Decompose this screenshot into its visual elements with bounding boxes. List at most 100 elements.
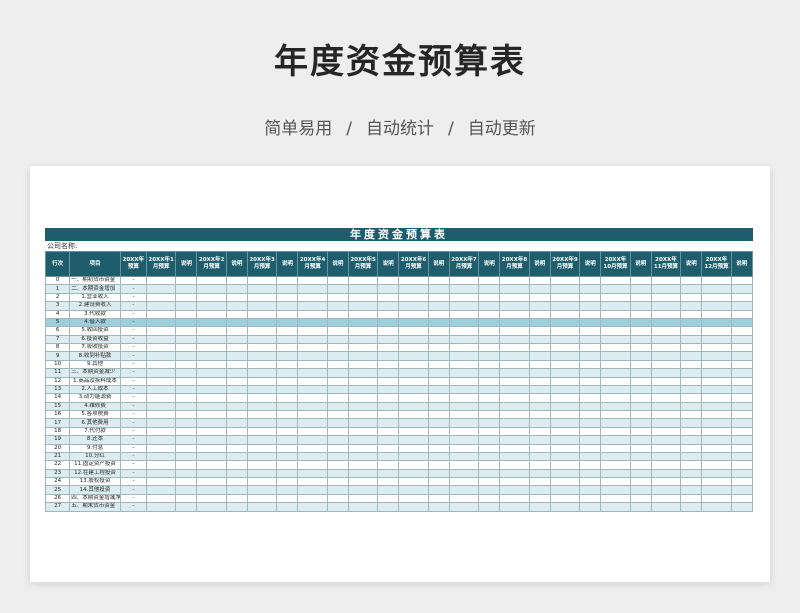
monthly-budget-cell[interactable] <box>499 284 530 294</box>
monthly-budget-cell[interactable] <box>196 292 227 303</box>
note-cell[interactable] <box>730 443 754 453</box>
monthly-budget-cell[interactable] <box>701 435 732 445</box>
monthly-budget-cell[interactable] <box>347 384 379 395</box>
monthly-budget-cell[interactable] <box>549 485 581 495</box>
row-number-cell[interactable]: 9 <box>44 351 71 361</box>
monthly-budget-cell[interactable] <box>600 301 631 311</box>
monthly-budget-cell[interactable] <box>347 292 379 303</box>
note-cell[interactable] <box>175 418 198 428</box>
monthly-budget-cell[interactable] <box>297 376 328 386</box>
note-cell[interactable] <box>175 485 198 495</box>
monthly-budget-cell[interactable] <box>600 393 631 403</box>
note-cell[interactable] <box>427 351 450 361</box>
annual-budget-cell[interactable]: - <box>119 493 147 504</box>
monthly-budget-cell[interactable] <box>347 502 379 512</box>
monthly-budget-cell[interactable] <box>246 393 278 403</box>
note-cell[interactable] <box>377 342 400 353</box>
note-cell[interactable] <box>225 502 248 512</box>
note-cell[interactable] <box>225 493 248 504</box>
monthly-budget-cell[interactable] <box>246 426 278 437</box>
row-number-cell[interactable]: 10 <box>44 359 71 370</box>
monthly-budget-cell[interactable] <box>246 476 278 487</box>
note-cell[interactable] <box>175 443 198 453</box>
monthly-budget-cell[interactable] <box>398 476 429 487</box>
note-cell[interactable] <box>680 334 703 345</box>
note-cell[interactable] <box>478 409 501 420</box>
monthly-budget-cell[interactable] <box>448 351 480 361</box>
annual-budget-cell[interactable]: - <box>119 409 147 420</box>
note-cell[interactable] <box>629 292 652 303</box>
note-cell[interactable] <box>629 393 652 403</box>
row-number-cell[interactable]: 24 <box>44 476 71 487</box>
monthly-budget-cell[interactable] <box>246 368 278 378</box>
monthly-budget-cell[interactable] <box>196 393 227 403</box>
monthly-budget-cell[interactable] <box>650 284 682 294</box>
note-cell[interactable] <box>629 443 652 453</box>
note-cell[interactable] <box>175 351 198 361</box>
note-cell[interactable] <box>730 451 754 462</box>
note-cell[interactable] <box>326 275 349 286</box>
note-cell[interactable] <box>730 401 754 412</box>
note-cell[interactable] <box>579 334 602 345</box>
note-cell[interactable] <box>528 359 551 370</box>
note-cell[interactable] <box>579 485 602 495</box>
note-cell[interactable] <box>427 443 450 453</box>
monthly-budget-cell[interactable] <box>398 317 429 328</box>
monthly-budget-cell[interactable] <box>499 476 530 487</box>
annual-budget-cell[interactable]: - <box>119 284 147 294</box>
monthly-budget-cell[interactable] <box>650 468 682 479</box>
note-cell[interactable] <box>478 359 501 370</box>
monthly-budget-cell[interactable] <box>600 502 631 512</box>
monthly-budget-cell[interactable] <box>246 309 278 319</box>
note-cell[interactable] <box>680 468 703 479</box>
monthly-budget-cell[interactable] <box>297 309 328 319</box>
monthly-budget-cell[interactable] <box>448 401 480 412</box>
monthly-budget-cell[interactable] <box>499 435 530 445</box>
note-cell[interactable] <box>175 368 198 378</box>
monthly-budget-cell[interactable] <box>398 384 429 395</box>
monthly-budget-cell[interactable] <box>499 401 530 412</box>
note-cell[interactable] <box>629 502 652 512</box>
note-cell[interactable] <box>326 292 349 303</box>
monthly-budget-cell[interactable] <box>549 359 581 370</box>
monthly-budget-cell[interactable] <box>499 393 530 403</box>
monthly-budget-cell[interactable] <box>145 460 177 470</box>
note-cell[interactable] <box>478 334 501 345</box>
monthly-budget-cell[interactable] <box>246 334 278 345</box>
note-cell[interactable] <box>730 368 754 378</box>
note-cell[interactable] <box>579 309 602 319</box>
monthly-budget-cell[interactable] <box>600 334 631 345</box>
monthly-budget-cell[interactable] <box>196 409 227 420</box>
monthly-budget-cell[interactable] <box>549 460 581 470</box>
row-number-cell[interactable]: 0 <box>44 275 71 286</box>
note-cell[interactable] <box>427 476 450 487</box>
note-cell[interactable] <box>579 443 602 453</box>
monthly-budget-cell[interactable] <box>145 342 177 353</box>
monthly-budget-cell[interactable] <box>297 493 328 504</box>
item-name-cell[interactable]: 3.动力能源费 <box>69 393 121 403</box>
note-cell[interactable] <box>175 451 198 462</box>
monthly-budget-cell[interactable] <box>246 435 278 445</box>
note-cell[interactable] <box>326 376 349 386</box>
note-cell[interactable] <box>629 485 652 495</box>
note-cell[interactable] <box>528 435 551 445</box>
row-number-cell[interactable]: 27 <box>44 502 71 512</box>
note-cell[interactable] <box>427 376 450 386</box>
note-cell[interactable] <box>579 292 602 303</box>
row-number-cell[interactable]: 7 <box>44 334 71 345</box>
note-cell[interactable] <box>377 435 400 445</box>
note-cell[interactable] <box>276 502 299 512</box>
item-name-cell[interactable]: 3.代收款 <box>69 309 121 319</box>
monthly-budget-cell[interactable] <box>145 334 177 345</box>
monthly-budget-cell[interactable] <box>297 426 328 437</box>
annual-budget-cell[interactable]: - <box>119 443 147 453</box>
note-cell[interactable] <box>175 309 198 319</box>
monthly-budget-cell[interactable] <box>701 368 732 378</box>
monthly-budget-cell[interactable] <box>297 284 328 294</box>
monthly-budget-cell[interactable] <box>701 476 732 487</box>
note-cell[interactable] <box>225 342 248 353</box>
monthly-budget-cell[interactable] <box>297 468 328 479</box>
monthly-budget-cell[interactable] <box>297 301 328 311</box>
monthly-budget-cell[interactable] <box>448 334 480 345</box>
monthly-budget-cell[interactable] <box>246 468 278 479</box>
